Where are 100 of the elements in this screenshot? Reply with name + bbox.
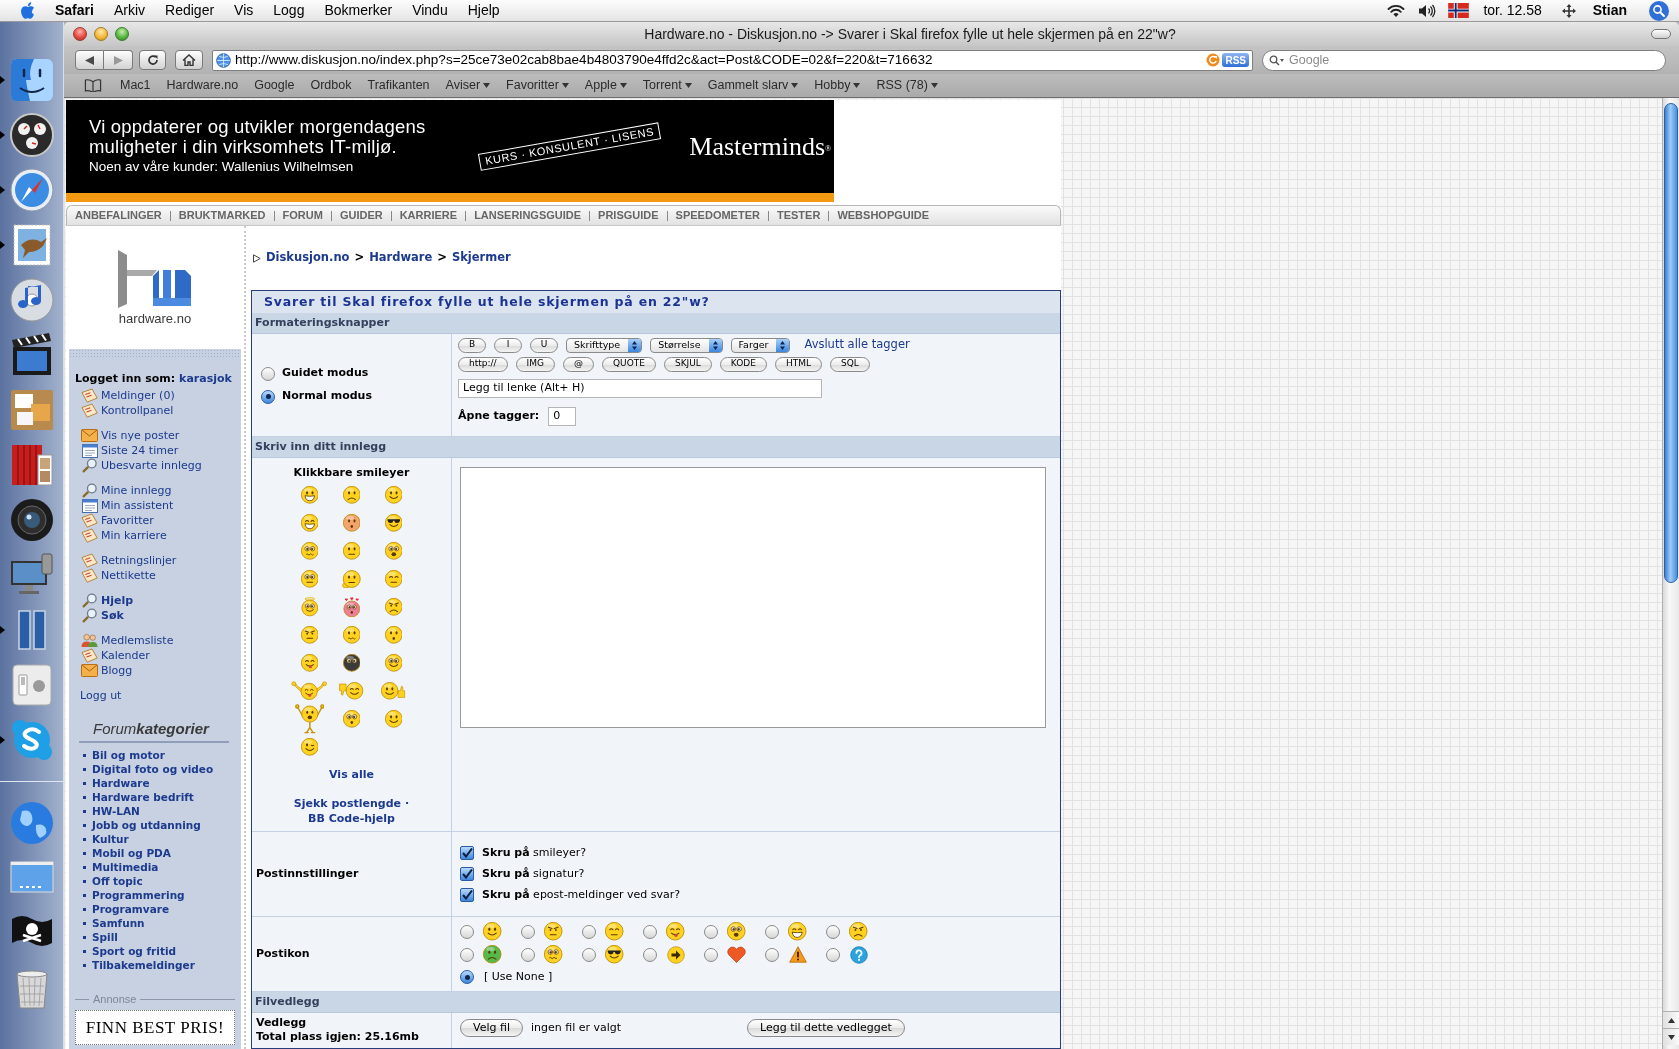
category-link[interactable]: Programvare	[92, 902, 170, 916]
grinning-face-icon[interactable]	[300, 486, 319, 504]
sad-face-icon[interactable]	[342, 486, 361, 504]
bookmark-folder[interactable]: RSS (78)	[876, 76, 938, 95]
confused-face-icon[interactable]	[544, 945, 563, 964]
apple-logo-icon[interactable]	[21, 2, 35, 19]
code-button[interactable]: @	[563, 356, 594, 372]
heart-icon[interactable]	[727, 946, 746, 963]
radio-button[interactable]	[582, 924, 596, 939]
radio-button[interactable]	[521, 924, 535, 939]
category-link[interactable]: Jobb og utdanning	[92, 818, 201, 832]
nav-link[interactable]: BRUKTMARKED	[178, 207, 266, 224]
unsure-face-icon[interactable]	[342, 626, 361, 644]
radio-button[interactable]	[643, 924, 657, 939]
radio-button[interactable]	[826, 947, 840, 962]
speaker-icon[interactable]	[1418, 3, 1437, 18]
radio-button[interactable]	[704, 924, 718, 939]
category-link[interactable]: Off topic	[92, 874, 143, 888]
smiling-face-icon[interactable]	[384, 486, 403, 504]
sidebar-link[interactable]: Min karriere	[101, 528, 167, 543]
category-link[interactable]: Mobil og PDA	[92, 846, 171, 860]
category-link[interactable]: Spill	[92, 930, 118, 944]
code-button[interactable]: http://	[458, 356, 508, 372]
annoyed-face-icon[interactable]	[544, 922, 563, 941]
sidebar-link[interactable]: Siste 24 timer	[101, 443, 179, 458]
category-link[interactable]: Samfunn	[92, 916, 145, 930]
home-button[interactable]	[175, 50, 203, 70]
warning-icon[interactable]	[788, 946, 807, 963]
radio-button[interactable]	[826, 924, 840, 939]
wifi-icon[interactable]	[1387, 3, 1406, 18]
bookmark-link[interactable]: Google	[254, 76, 295, 95]
toolbar-toggle-button[interactable]	[1651, 29, 1671, 39]
format-select[interactable]: Farger	[730, 337, 791, 353]
cross-flag-icon[interactable]	[1448, 3, 1470, 18]
radio-button[interactable]	[460, 947, 474, 962]
option-label[interactable]: Skru på smileyer?	[482, 844, 587, 862]
user-name[interactable]: Stian	[1592, 0, 1627, 21]
radio-button[interactable]	[582, 947, 596, 962]
code-button[interactable]: QUOTE	[602, 356, 656, 372]
sick-face-icon[interactable]	[483, 945, 502, 964]
radio-button[interactable]	[765, 924, 779, 939]
breadcrumb-link[interactable]: Skjermer	[451, 249, 511, 267]
laughing-face-icon[interactable]	[300, 514, 319, 532]
open-tags-field[interactable]: 0	[548, 407, 577, 426]
bb-code-help-link[interactable]: BB Code-hjelp	[308, 811, 395, 826]
app-menu[interactable]: Safari	[55, 0, 94, 21]
question-mark-icon[interactable]	[849, 945, 868, 964]
shocked-face-icon[interactable]	[727, 922, 746, 941]
category-link[interactable]: Sport og fritid	[92, 944, 176, 958]
category-link[interactable]: Multimedia	[92, 860, 159, 874]
radio-button[interactable]	[704, 947, 718, 962]
gauge-icon[interactable]	[8, 110, 56, 159]
bookmark-folder[interactable]: Gammelt slarv	[707, 76, 799, 95]
format-select[interactable]: Skrifttype	[566, 337, 643, 353]
code-button[interactable]: KODE	[719, 356, 767, 372]
nav-link[interactable]: TESTER	[776, 207, 821, 224]
sidebar-link[interactable]: Vis nye poster	[101, 428, 180, 443]
menu-item[interactable]: Vis	[234, 0, 254, 21]
checkbox[interactable]	[460, 888, 474, 902]
sidebar-link[interactable]: Nettikette	[101, 568, 156, 583]
worried-face-icon[interactable]	[300, 542, 319, 560]
close-button[interactable]	[73, 27, 87, 41]
radio-button[interactable]	[521, 947, 535, 962]
use-none-label[interactable]: [ Use None ]	[484, 968, 553, 986]
clock-text[interactable]: tor. 12.58	[1483, 0, 1542, 21]
radio-button[interactable]	[460, 924, 474, 939]
sidebar-link[interactable]: Favoritter	[101, 513, 154, 528]
category-link[interactable]: Digital foto og video	[92, 762, 214, 776]
zoom-button[interactable]	[115, 27, 129, 41]
hearts-face-icon[interactable]	[342, 596, 361, 618]
bookmark-link[interactable]: Hardware.no	[166, 76, 239, 95]
minimize-button[interactable]	[94, 27, 108, 41]
goggle-eyed-face-icon[interactable]	[384, 654, 403, 672]
thinking-face-icon[interactable]	[342, 569, 361, 589]
blushing-face-icon[interactable]	[342, 514, 361, 532]
thumbs-up-face-icon[interactable]	[381, 682, 406, 700]
thumbs-down-face-icon[interactable]	[339, 682, 364, 700]
menu-item[interactable]: Logg	[273, 0, 305, 21]
menu-item[interactable]: Vindu	[412, 0, 448, 21]
price-ad-box[interactable]: FINN BEST PRIS!	[75, 1010, 235, 1045]
format-button[interactable]: I	[494, 337, 522, 353]
show-all-link[interactable]: Vis alle	[329, 767, 374, 782]
compass-icon[interactable]	[8, 165, 56, 214]
laughing-face-icon[interactable]	[788, 922, 807, 941]
code-button[interactable]: IMG	[515, 356, 555, 372]
mode-label[interactable]: Normal modus	[282, 388, 372, 405]
option-label[interactable]: Skru på signatur?	[482, 865, 585, 883]
post-length-link[interactable]: Sjekk postlengde	[293, 796, 401, 811]
close-tags-link[interactable]: Avslutt alle tagger	[804, 336, 910, 354]
menu-item[interactable]: Rediger	[165, 0, 215, 21]
annoyed-face-icon[interactable]	[300, 626, 319, 644]
category-link[interactable]: Kultur	[92, 832, 129, 846]
puckered-face-icon[interactable]	[342, 710, 361, 728]
breadcrumb-link[interactable]: Diskusjon.no	[266, 249, 350, 267]
search-field[interactable]: Google	[1262, 49, 1666, 71]
category-link[interactable]: Programmering	[92, 888, 185, 902]
menu-item[interactable]: Bokmerker	[324, 0, 393, 21]
nav-link[interactable]: GUIDER	[339, 207, 383, 224]
breadcrumb-link[interactable]: Hardware	[369, 249, 433, 267]
radio-button[interactable]	[261, 366, 275, 381]
